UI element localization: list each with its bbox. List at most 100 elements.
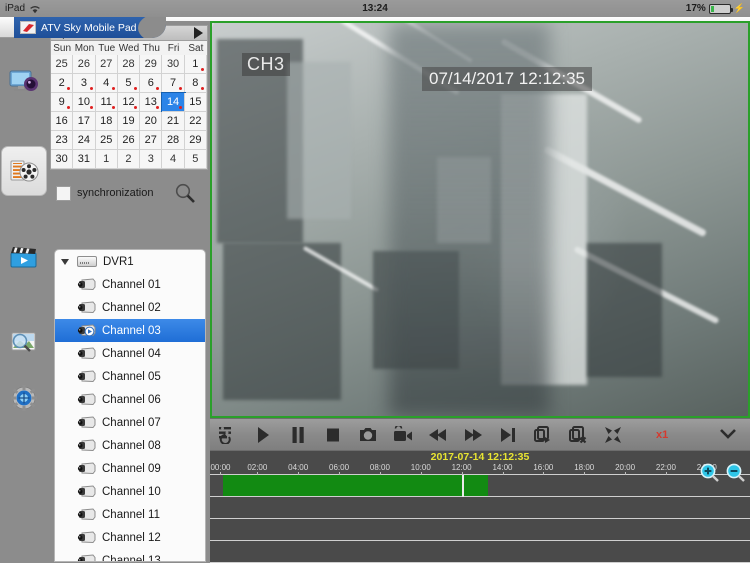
tree-channel-label: Channel 01: [102, 278, 161, 291]
calendar-day[interactable]: 23: [51, 131, 74, 150]
camera-icon: [77, 347, 96, 360]
fullscreen-button[interactable]: [595, 418, 630, 451]
recording-dot-icon: [111, 87, 115, 90]
snapshot-button[interactable]: [350, 418, 385, 451]
zoom-out-icon[interactable]: [725, 463, 746, 482]
track-row-4[interactable]: [210, 541, 750, 563]
calendar-day[interactable]: 14: [161, 92, 186, 113]
sidebar-item-live-view[interactable]: [3, 60, 45, 104]
backup-stop-button[interactable]: [560, 418, 595, 451]
playback-speed-label[interactable]: x1: [656, 429, 668, 441]
sidebar-item-settings[interactable]: [3, 376, 45, 420]
zoom-in-icon[interactable]: [699, 463, 720, 482]
calendar-day[interactable]: 5: [117, 74, 141, 93]
step-frame-button[interactable]: [490, 418, 525, 451]
stop-button[interactable]: [315, 418, 350, 451]
calendar-day[interactable]: 2: [51, 74, 74, 93]
calendar-day[interactable]: 1: [95, 150, 118, 169]
recording-dot-icon: [156, 87, 160, 90]
backup-start-button[interactable]: [525, 418, 560, 451]
calendar-day[interactable]: 25: [95, 131, 118, 150]
next-month-arrow-icon[interactable]: [194, 27, 203, 39]
tree-channel-item[interactable]: Channel 01: [55, 273, 205, 296]
calendar-day[interactable]: 4: [95, 74, 118, 93]
calendar-day[interactable]: 20: [140, 112, 163, 131]
chevron-down-icon[interactable]: [61, 258, 69, 265]
timeline-tick-label: 00:00: [210, 463, 231, 475]
calendar-day[interactable]: 3: [140, 150, 163, 169]
recording-dot-icon: [89, 87, 93, 90]
calendar-day[interactable]: 11: [95, 93, 118, 112]
calendar-day[interactable]: 16: [51, 112, 74, 131]
calendar-day[interactable]: 27: [95, 55, 118, 74]
tree-channel-item[interactable]: Channel 11: [55, 503, 205, 526]
tree-channel-item[interactable]: Channel 05: [55, 365, 205, 388]
calendar-day[interactable]: 31: [73, 150, 96, 169]
calendar-day[interactable]: 1: [184, 55, 207, 74]
calendar-day[interactable]: 7: [162, 74, 185, 93]
tree-channel-item[interactable]: Channel 08: [55, 434, 205, 457]
tree-channel-item[interactable]: Channel 12: [55, 526, 205, 549]
calendar-day[interactable]: 5: [184, 150, 207, 169]
sidebar-item-image-search[interactable]: [3, 320, 45, 364]
pause-button[interactable]: [280, 418, 315, 451]
calendar-day[interactable]: 30: [51, 150, 74, 169]
timeline-playhead[interactable]: [461, 475, 464, 497]
calendar-day[interactable]: 13: [140, 93, 163, 112]
tree-channel-item[interactable]: Channel 13: [55, 549, 205, 561]
playback-list-button[interactable]: [210, 418, 245, 451]
timeline-ruler[interactable]: 00:00 02:00 04:00 06:00 08:00 10:00 12:00 14:00…: [210, 463, 750, 475]
calendar-day[interactable]: 29: [184, 131, 207, 150]
recording-segment[interactable]: [222, 475, 489, 496]
calendar-day-number: 6: [147, 77, 154, 89]
synchronization-checkbox[interactable]: [56, 185, 71, 201]
chevron-down-icon[interactable]: [718, 426, 738, 444]
calendar-day[interactable]: 19: [117, 112, 141, 131]
calendar-day[interactable]: 28: [162, 131, 185, 150]
calendar-day-number: 8: [192, 77, 199, 89]
calendar-day[interactable]: 24: [73, 131, 96, 150]
tree-channel-item[interactable]: Channel 09: [55, 457, 205, 480]
sidebar-item-remote-playback[interactable]: [1, 146, 47, 196]
calendar-day[interactable]: 21: [162, 112, 185, 131]
calendar-day[interactable]: 30: [162, 55, 185, 74]
tree-channel-item[interactable]: Channel 10: [55, 480, 205, 503]
calendar-day[interactable]: 2: [117, 150, 141, 169]
rewind-button[interactable]: [420, 418, 455, 451]
calendar-day[interactable]: 12: [117, 93, 141, 112]
calendar-day[interactable]: 29: [140, 55, 163, 74]
calendar-day[interactable]: 26: [117, 131, 141, 150]
fast-forward-button[interactable]: [455, 418, 490, 451]
record-button[interactable]: [385, 418, 420, 451]
tree-channel-item[interactable]: Channel 07: [55, 411, 205, 434]
calendar-day[interactable]: 25: [51, 55, 74, 74]
calendar-day[interactable]: 4: [162, 150, 185, 169]
tree-channel-item[interactable]: Channel 04: [55, 342, 205, 365]
track-row-2[interactable]: [210, 497, 750, 519]
video-panel[interactable]: CH3 07/14/2017 12:12:35: [210, 21, 750, 418]
play-button[interactable]: [245, 418, 280, 451]
calendar-day[interactable]: 18: [95, 112, 118, 131]
calendar-day[interactable]: 26: [73, 55, 96, 74]
calendar-day[interactable]: 15: [184, 93, 207, 112]
tree-channel-label: Channel 09: [102, 462, 161, 475]
calendar-day[interactable]: 6: [140, 74, 163, 93]
sidebar-item-local-playback[interactable]: [3, 236, 45, 280]
calendar-day[interactable]: 9: [51, 93, 74, 112]
calendar-day[interactable]: 28: [117, 55, 141, 74]
tree-channel-item[interactable]: Channel 06: [55, 388, 205, 411]
tree-channel-item[interactable]: Channel 03: [55, 319, 205, 342]
calendar-day[interactable]: 27: [140, 131, 163, 150]
calendar-day[interactable]: 8: [184, 74, 207, 93]
channel-03-track[interactable]: [210, 475, 750, 497]
tree-channel-item[interactable]: Channel 02: [55, 296, 205, 319]
magnifier-search-icon[interactable]: [174, 182, 196, 204]
calendar-day[interactable]: 17: [73, 112, 96, 131]
calendar-day-number: 21: [166, 115, 180, 127]
calendar-day[interactable]: 3: [73, 74, 96, 93]
calendar-day[interactable]: 10: [73, 93, 96, 112]
track-row-3[interactable]: [210, 519, 750, 541]
app-tab[interactable]: ATV Sky Mobile Pad: [14, 17, 166, 38]
calendar-day[interactable]: 22: [184, 112, 207, 131]
tree-device-dvr1[interactable]: DVR1: [55, 250, 205, 273]
